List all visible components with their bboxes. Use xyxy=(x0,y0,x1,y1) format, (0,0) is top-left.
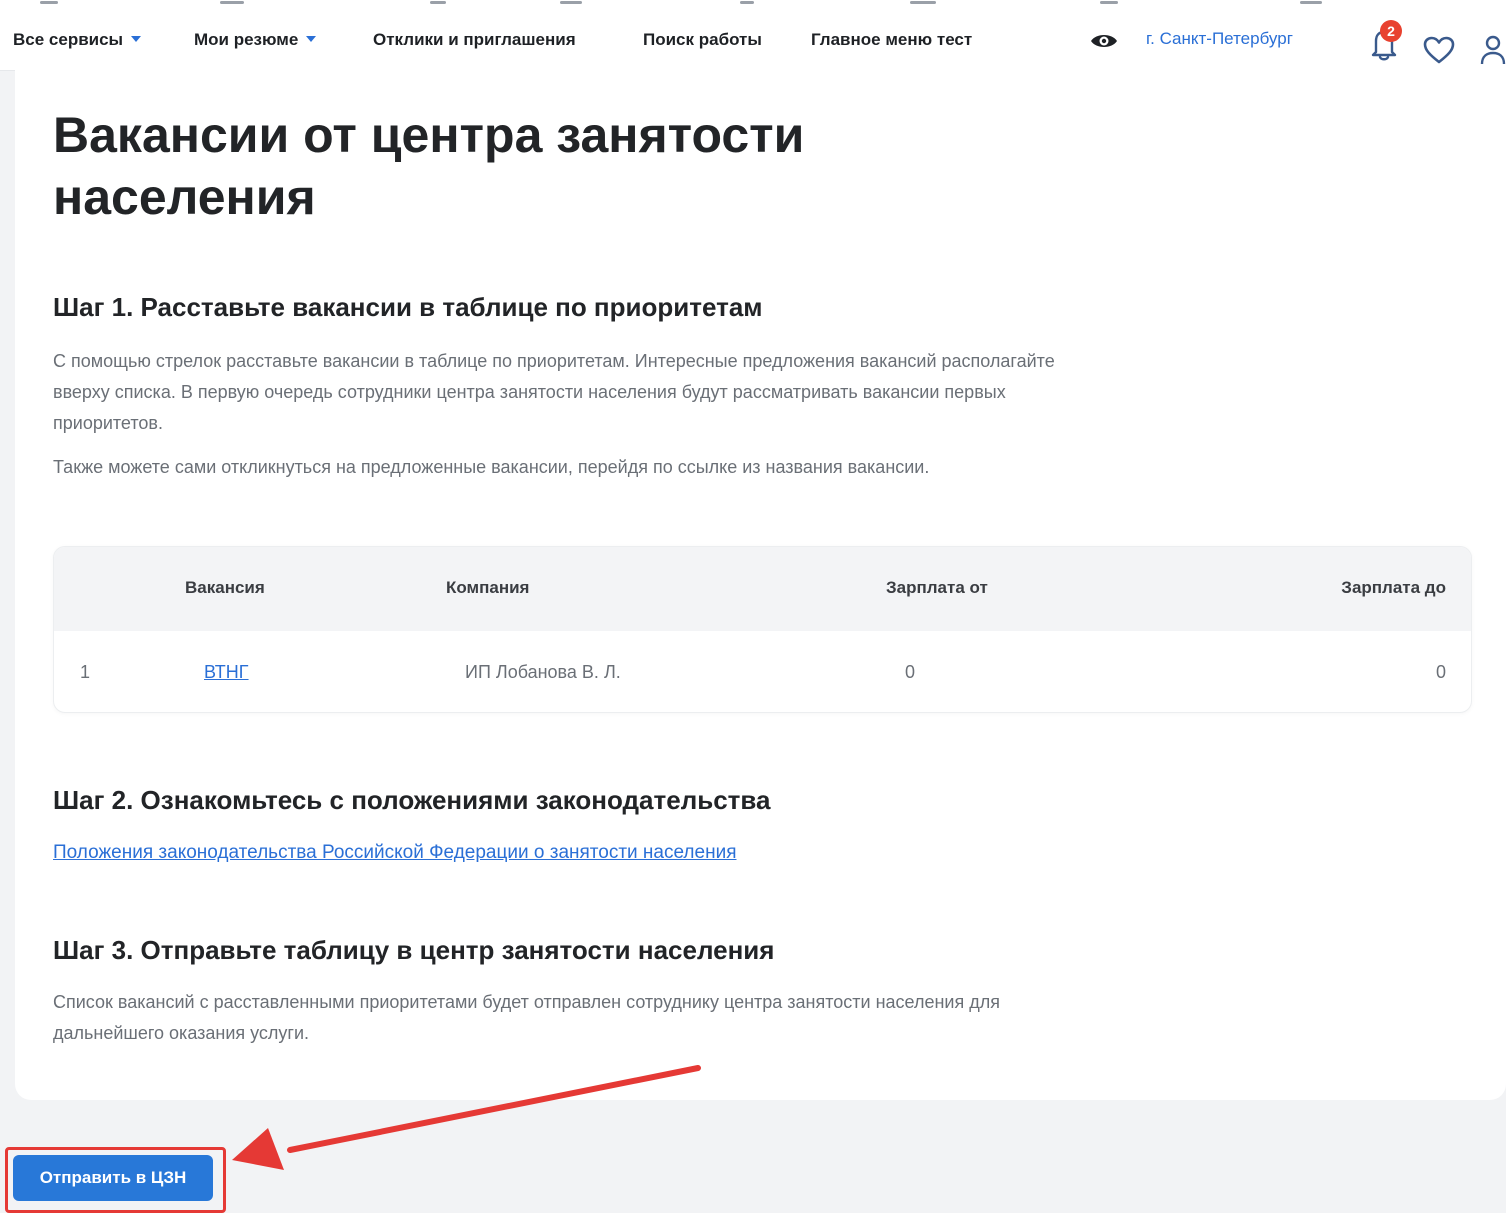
cropped-text-fragment xyxy=(220,1,244,4)
notification-count-badge: 2 xyxy=(1380,20,1402,42)
cropped-text-fragment xyxy=(430,1,446,4)
nav-responses-invitations[interactable]: Отклики и приглашения xyxy=(373,30,576,50)
cropped-text-fragment xyxy=(40,1,58,4)
step3-description: Список вакансий с расставленными приорит… xyxy=(53,992,1000,1043)
submit-to-employment-center-button[interactable]: Отправить в ЦЗН xyxy=(13,1155,213,1201)
nav-my-resumes-label: Мои резюме xyxy=(194,30,299,49)
table-header: Вакансия Компания Зарплата от Зарплата д… xyxy=(54,547,1471,631)
top-navigation: Все сервисы Мои резюме Отклики и приглаш… xyxy=(0,10,1506,71)
vacancies-table: Вакансия Компания Зарплата от Зарплата д… xyxy=(53,546,1472,713)
column-header-salary-from: Зарплата от xyxy=(886,578,988,597)
heart-icon[interactable] xyxy=(1422,35,1456,65)
city-selector-link[interactable]: г. Санкт-Петербург xyxy=(1146,29,1293,49)
eye-icon[interactable] xyxy=(1090,32,1118,50)
nav-all-services-label: Все сервисы xyxy=(13,30,124,49)
cropped-text-fragment xyxy=(740,1,754,4)
column-header-company: Компания xyxy=(446,578,530,597)
legislation-link[interactable]: Положения законодательства Российской Фе… xyxy=(53,842,736,864)
page-title: Вакансии от центра занятости населения xyxy=(53,107,805,225)
nav-main-menu-test[interactable]: Главное меню тест xyxy=(811,30,972,50)
nav-all-services[interactable]: Все сервисы xyxy=(13,30,142,50)
step2-title: Шаг 2. Ознакомьтесь с положениями законо… xyxy=(53,785,771,815)
main-content-card: Вакансии от центра занятости населения Ш… xyxy=(15,70,1506,1100)
step3-title: Шаг 3. Отправьте таблицу в центр занятос… xyxy=(53,935,775,965)
step1-description: С помощью стрелок расставьте вакансии в … xyxy=(53,351,1055,433)
step1-note: Также можете сами откликнуться на предло… xyxy=(53,457,930,477)
step1-title: Шаг 1. Расставьте вакансии в таблице по … xyxy=(53,292,763,322)
cropped-top-strip xyxy=(0,0,1506,10)
nav-job-search[interactable]: Поиск работы xyxy=(643,30,762,50)
cropped-text-fragment xyxy=(1100,1,1118,4)
column-header-vacancy: Вакансия xyxy=(185,578,265,597)
salary-to-value: 0 xyxy=(1435,662,1446,682)
nav-my-resumes[interactable]: Мои резюме xyxy=(194,30,317,50)
row-priority-index: 1 xyxy=(80,662,91,682)
salary-from-value: 0 xyxy=(905,662,916,682)
cropped-text-fragment xyxy=(1300,1,1322,4)
cropped-text-fragment xyxy=(910,1,936,4)
user-icon[interactable] xyxy=(1480,34,1506,66)
vacancy-link[interactable]: ВТНГ xyxy=(204,662,249,683)
company-name: ИП Лобанова В. Л. xyxy=(465,662,621,682)
chevron-down-icon xyxy=(306,36,317,42)
chevron-down-icon xyxy=(131,36,142,42)
annotation-arrow-head xyxy=(232,1128,284,1170)
column-header-salary-to: Зарплата до xyxy=(1341,578,1446,597)
cropped-text-fragment xyxy=(560,1,582,4)
